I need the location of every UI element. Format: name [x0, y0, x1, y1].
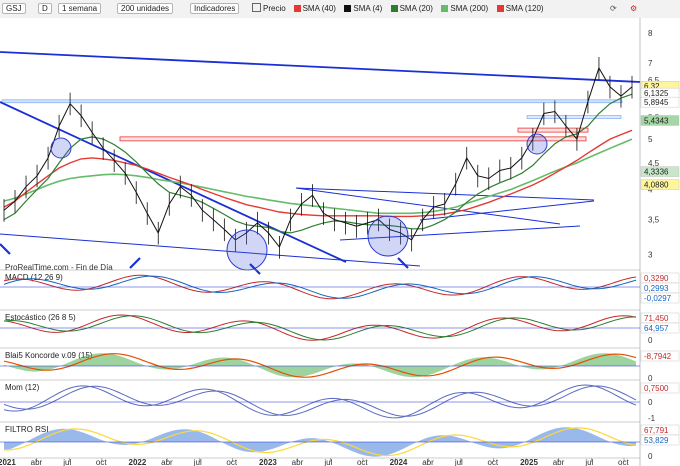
value-badge-label: 5,8945	[644, 98, 669, 107]
red-band-high	[517, 127, 589, 133]
value-badge-label: 4,0880	[644, 181, 669, 190]
x-tick-label: oct	[226, 458, 237, 466]
units-label: 200 unidades	[117, 3, 174, 14]
legend-swatch	[252, 3, 261, 12]
x-tick-label: jul	[584, 458, 593, 466]
legend-swatch	[293, 5, 301, 12]
ticker-selector[interactable]: GSJ	[2, 2, 26, 15]
mode-label: D	[38, 3, 52, 14]
legend-label: SMA (4)	[353, 4, 383, 13]
value-badge-label: 5,4343	[644, 116, 669, 125]
y-tick-label: 0	[648, 452, 653, 461]
x-tick-label: jul	[323, 458, 332, 466]
value-badge-label: 0,3290	[644, 274, 669, 283]
blue-band-2	[526, 115, 622, 119]
x-tick-label: oct	[357, 458, 368, 466]
x-tick-label: abr	[422, 458, 434, 466]
panel-title: FILTRO RSI	[5, 425, 48, 434]
y-tick-label: 3,5	[648, 216, 660, 225]
legend-label: SMA (40)	[302, 4, 336, 13]
panel-title: Mom (12)	[5, 383, 40, 392]
legend-item-1[interactable]: SMA (40)	[293, 2, 336, 15]
legend-swatch	[496, 5, 504, 12]
value-badge-label: 0,2993	[644, 284, 669, 293]
refresh-icon[interactable]: ⟳	[610, 2, 617, 15]
y-tick-label: -1	[648, 414, 656, 423]
x-tick-label: oct	[96, 458, 107, 466]
y-tick-label: 8	[648, 29, 653, 38]
indicators-label: Indicadores	[190, 3, 240, 14]
value-badge-label: 6,1325	[644, 89, 669, 98]
value-badge-label: 53,829	[644, 436, 669, 445]
settings-icon[interactable]: ⚙	[630, 2, 637, 15]
blue-band	[1, 99, 623, 104]
legend-item-3[interactable]: SMA (20)	[390, 2, 433, 15]
legend-item-2[interactable]: SMA (4)	[344, 2, 382, 15]
legend-swatch	[344, 5, 352, 12]
value-badge-label: 0,7500	[644, 384, 669, 393]
y-tick-label: 7	[648, 59, 653, 68]
x-tick-label: abr	[553, 458, 565, 466]
indicators-button[interactable]: Indicadores	[190, 2, 240, 15]
period-label: 1 semana	[58, 3, 102, 14]
legend-label: SMA (120)	[505, 4, 544, 13]
y-tick-label: 3	[648, 250, 653, 259]
mode-button[interactable]: D	[38, 2, 52, 15]
x-tick-label: 2024	[390, 458, 408, 466]
highlight-circle	[50, 137, 72, 159]
legend-item-0[interactable]: Precio	[252, 2, 286, 15]
legend-label: Precio	[263, 4, 286, 13]
x-tick-label: jul	[193, 458, 202, 466]
legend-item-4[interactable]: SMA (200)	[441, 2, 488, 15]
x-tick-label: abr	[31, 458, 43, 466]
value-badge-label: -0,0297	[644, 294, 672, 303]
value-badge-label: 4,3336	[644, 168, 669, 177]
ticker-label: GSJ	[2, 3, 26, 14]
legend-swatch	[390, 5, 398, 12]
x-tick-label: 2021	[0, 458, 16, 466]
toolbar: GSJ D 1 semana 200 unidades Indicadores …	[0, 0, 680, 19]
units-selector[interactable]: 200 unidades	[117, 2, 174, 15]
value-badge-label: 64,957	[644, 324, 669, 333]
period-selector[interactable]: 1 semana	[58, 2, 102, 15]
legend-label: SMA (20)	[399, 4, 433, 13]
highlight-circle	[526, 133, 548, 155]
legend-item-5[interactable]: SMA (120)	[496, 2, 544, 15]
x-tick-label: jul	[62, 458, 71, 466]
x-tick-label: oct	[618, 458, 629, 466]
x-tick-label: oct	[487, 458, 498, 466]
y-tick-label: 0	[648, 398, 653, 407]
value-badge-label: -8,7942	[644, 352, 672, 361]
x-tick-label: 2022	[129, 458, 147, 466]
highlight-circle	[367, 215, 409, 257]
x-tick-label: abr	[292, 458, 304, 466]
legend-swatch	[441, 5, 449, 12]
value-badge-label: 71,450	[644, 314, 669, 323]
highlight-circle	[226, 229, 268, 271]
x-tick-label: jul	[454, 458, 463, 466]
chart-area[interactable]: 876,565,554,543,536,326,13255,89455,4343…	[0, 18, 680, 466]
watermark: ProRealTime.com - Fin de Día	[5, 263, 113, 272]
legend-label: SMA (200)	[450, 4, 489, 13]
x-tick-label: abr	[161, 458, 173, 466]
y-tick-label: 5	[648, 135, 653, 144]
value-badge-label: 67,791	[644, 426, 669, 435]
y-tick-label: 0	[648, 336, 653, 345]
x-tick-label: 2023	[259, 458, 277, 466]
x-tick-label: 2025	[520, 458, 538, 466]
red-band-low	[119, 136, 587, 142]
